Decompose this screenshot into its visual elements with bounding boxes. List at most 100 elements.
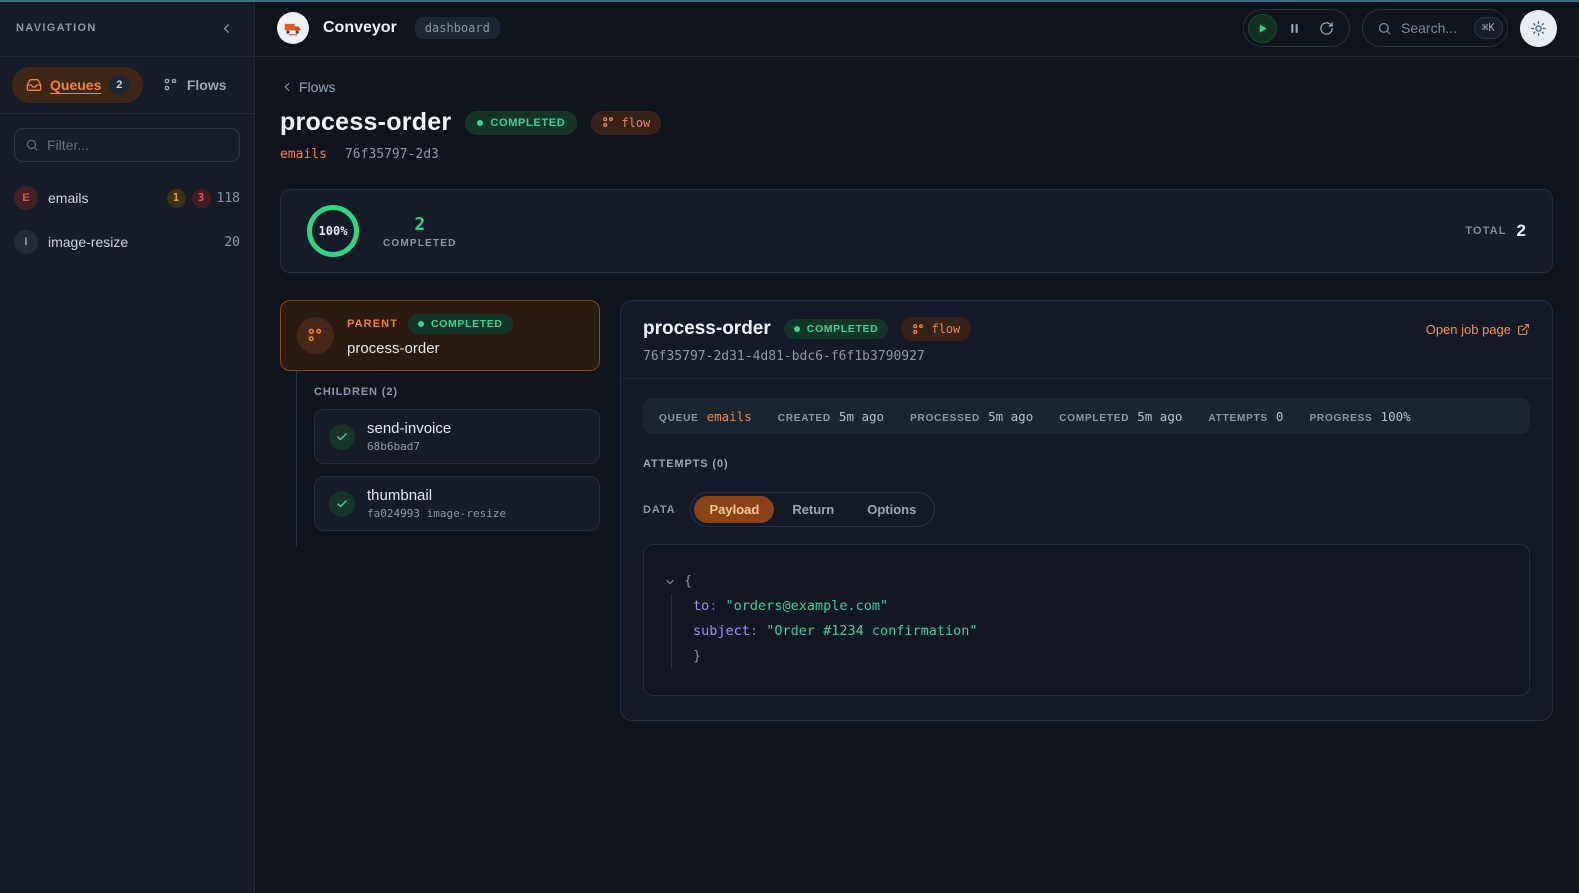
failed-count-badge: 3 [192, 189, 211, 208]
json-body: to: "orders@example.com" subject: "Order… [671, 594, 1509, 669]
sidebar: NAVIGATION Queues 2 Flows [0, 0, 255, 893]
tab-return[interactable]: Return [777, 496, 849, 523]
filter-box[interactable] [14, 128, 240, 162]
queue-badges: 20 [224, 235, 240, 250]
refresh-button[interactable] [1312, 16, 1341, 41]
tab-payload[interactable]: Payload [694, 496, 774, 523]
polling-controls [1243, 9, 1350, 47]
child-job-name: thumbnail [367, 487, 506, 504]
page-title: process-order [280, 108, 451, 137]
completed-stat: 2 COMPLETED [383, 214, 457, 249]
queue-row-image-resize[interactable]: I image-resize 20 [0, 220, 254, 264]
pause-button[interactable] [1281, 17, 1308, 40]
page-title-row: process-order COMPLETED flow [280, 108, 1553, 137]
children-section: CHILDREN (2) send-invoice 68b6bad7 [296, 371, 600, 547]
job-queue-name: emails [280, 147, 327, 162]
external-link-icon [1517, 323, 1530, 336]
json-open-brace: { [684, 569, 692, 594]
theme-toggle-button[interactable] [1520, 10, 1557, 47]
status-dot [418, 321, 424, 327]
search-shortcut-chip: ⌘K [1474, 17, 1503, 39]
job-detail-panel: process-order COMPLETED flow [620, 300, 1553, 721]
parent-card-body: PARENT COMPLETED process-order [347, 314, 513, 357]
total-label: TOTAL [1465, 225, 1506, 237]
child-job-card[interactable]: thumbnail fa024993 image-resize [314, 476, 600, 531]
detail-header: process-order COMPLETED flow [621, 301, 1552, 379]
attempts-section-label: ATTEMPTS (0) [643, 458, 1530, 470]
dashboard-badge: dashboard [415, 17, 500, 39]
meta-label: ATTEMPTS [1208, 413, 1268, 424]
app-name: Conveyor [323, 19, 397, 37]
child-job-card[interactable]: send-invoice 68b6bad7 [314, 409, 600, 464]
sidebar-tab-flows[interactable]: Flows [147, 69, 242, 101]
children-label: CHILDREN (2) [314, 371, 600, 409]
breadcrumb-label: Flows [299, 79, 336, 95]
queue-row-emails[interactable]: E emails 1 3 118 [0, 176, 254, 220]
sun-icon [1530, 20, 1547, 37]
queues-count-badge: 2 [109, 75, 129, 95]
json-root-row: { [664, 569, 1509, 594]
meta-value: 0 [1276, 409, 1284, 424]
filter-section [0, 114, 254, 176]
meta-label: COMPLETED [1059, 413, 1129, 424]
open-job-page-link[interactable]: Open job page [1426, 322, 1530, 337]
json-key: to [693, 598, 709, 614]
queue-avatar: I [14, 230, 38, 254]
search-icon [1377, 21, 1392, 36]
meta-label: QUEUE [659, 413, 699, 424]
queue-total-count: 118 [217, 191, 240, 206]
job-uuid: 76f35797-2d31-4d81-bdc6-f6f1b3790927 [643, 349, 1530, 364]
json-line: to: "orders@example.com" [693, 594, 1509, 619]
json-colon: : [709, 598, 717, 614]
page-content: Flows process-order COMPLETED flow email… [255, 57, 1579, 893]
status-dot [477, 120, 483, 126]
chevron-down-icon[interactable] [664, 576, 676, 588]
meta-queue: QUEUE emails [659, 409, 752, 424]
data-label: DATA [643, 504, 675, 516]
play-button[interactable] [1248, 14, 1277, 43]
filter-input[interactable] [47, 137, 229, 153]
status-badge: COMPLETED [465, 111, 577, 135]
topbar-actions: ⌘K [1243, 9, 1557, 47]
active-count-badge: 1 [167, 189, 186, 208]
queue-total-count: 20 [224, 235, 240, 250]
data-tabs-row: DATA Payload Return Options [643, 492, 1530, 527]
play-icon [1257, 23, 1268, 34]
meta-value: emails [707, 409, 752, 424]
queue-name: image-resize [48, 234, 128, 250]
tab-options[interactable]: Options [852, 496, 931, 523]
job-short-id: 76f35797-2d3 [345, 147, 439, 162]
completed-stat-label: COMPLETED [383, 238, 457, 249]
detail-job-title: process-order [643, 318, 771, 340]
global-search[interactable]: ⌘K [1362, 9, 1508, 47]
json-string-value: "orders@example.com" [726, 598, 889, 614]
truck-icon [283, 18, 303, 38]
payload-json-viewer: { to: "orders@example.com" subject: "Ord… [643, 544, 1530, 696]
json-string-value: "Order #1234 confirmation" [766, 623, 977, 639]
detail-title-row: process-order COMPLETED flow [643, 317, 1530, 341]
search-input[interactable] [1401, 20, 1465, 36]
breadcrumb[interactable]: Flows [280, 79, 336, 95]
parent-job-card[interactable]: PARENT COMPLETED process-order [280, 300, 600, 371]
status-label: COMPLETED [490, 117, 565, 129]
job-meta-strip: QUEUE emails CREATED 5m ago PROCESSED 5m… [643, 398, 1530, 434]
job-subtitle: emails 76f35797-2d3 [280, 147, 1553, 162]
chevron-left-icon [280, 80, 294, 94]
workflow-icon [602, 116, 615, 129]
check-icon [329, 424, 355, 450]
meta-progress: PROGRESS 100% [1309, 409, 1410, 424]
meta-attempts: ATTEMPTS 0 [1208, 409, 1283, 424]
sidebar-collapse-button[interactable] [215, 17, 238, 40]
sidebar-header: NAVIGATION [0, 0, 254, 57]
main-area: Conveyor dashboard [255, 0, 1579, 893]
meta-value: 5m ago [988, 409, 1033, 424]
json-key: subject [693, 623, 750, 639]
flow-type-badge: flow [901, 317, 971, 341]
status-badge: COMPLETED [408, 314, 513, 334]
child-job-name: send-invoice [367, 420, 451, 437]
search-icon [25, 138, 39, 152]
sidebar-tab-queues[interactable]: Queues 2 [12, 67, 143, 103]
flow-type-label: flow [931, 322, 960, 336]
parent-label: PARENT [347, 318, 398, 330]
tab-flows-label: Flows [187, 77, 227, 93]
